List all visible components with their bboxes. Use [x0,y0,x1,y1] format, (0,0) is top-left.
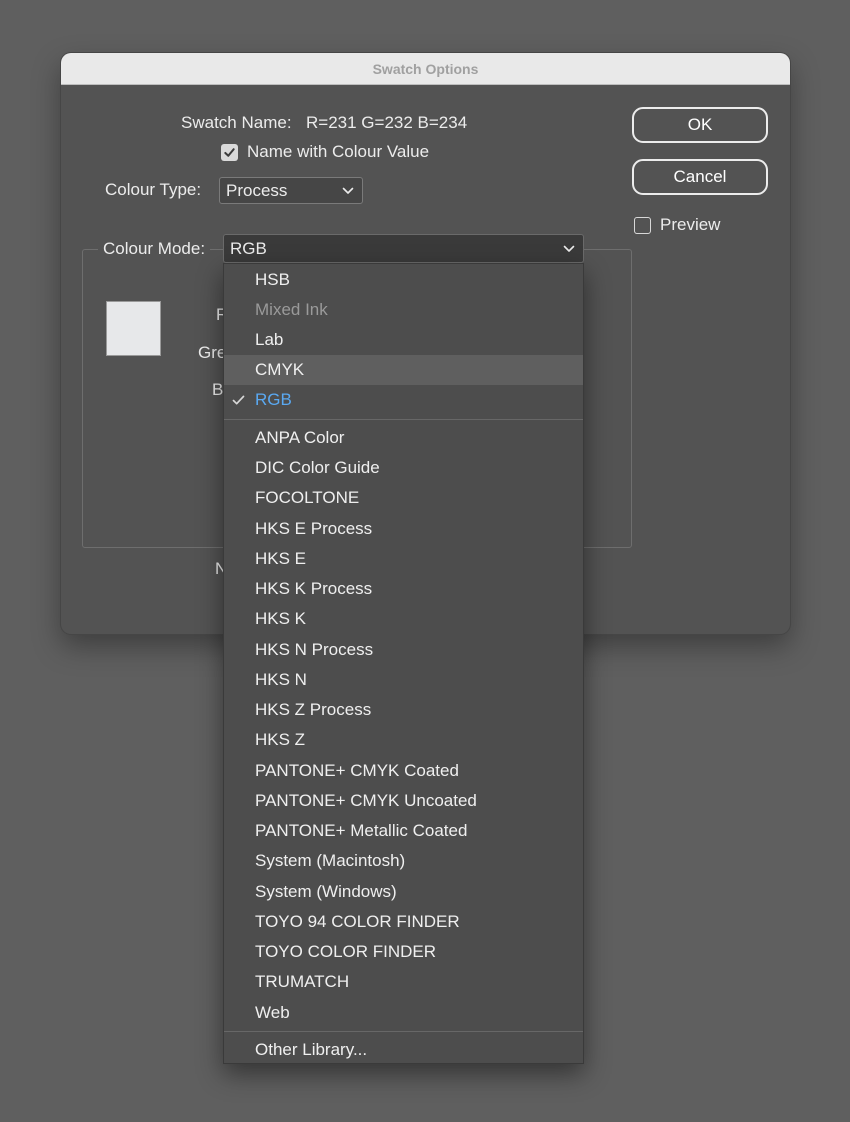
menu-item-system-windows[interactable]: System (Windows) [224,877,583,907]
menu-item-label: RGB [255,390,292,409]
menu-item-toyo-color-finder[interactable]: TOYO COLOR FINDER [224,937,583,967]
menu-item-system-macintosh[interactable]: System (Macintosh) [224,846,583,876]
menu-item-web[interactable]: Web [224,998,583,1028]
menu-item-label: HKS E [255,549,307,568]
menu-item-hks-k[interactable]: HKS K [224,604,583,634]
menu-item-label: Lab [255,330,284,349]
menu-item-hks-k-process[interactable]: HKS K Process [224,574,583,604]
menu-item-label: HKS K [255,609,307,628]
preview-checkbox[interactable] [634,217,651,234]
menu-item-lab[interactable]: Lab [224,325,583,355]
menu-item-hks-n[interactable]: HKS N [224,665,583,695]
colour-mode-label: Colour Mode: [98,239,211,259]
menu-item-hks-e-process[interactable]: HKS E Process [224,514,583,544]
menu-item-hks-n-process[interactable]: HKS N Process [224,635,583,665]
menu-item-label: ANPA Color [255,428,345,447]
name-with-colour-value-checkbox[interactable] [221,144,238,161]
checkmark-icon [224,148,235,157]
dialog-title: Swatch Options [61,53,790,85]
blue-slider-label: B [212,380,224,399]
ok-button[interactable]: OK [632,107,768,143]
checkmark-icon [232,385,246,415]
menu-item-dic-color-guide[interactable]: DIC Color Guide [224,453,583,483]
menu-item-label: CMYK [255,360,305,379]
name-with-colour-value-label: Name with Colour Value [247,142,430,161]
preview-label: Preview [660,215,721,234]
menu-item-label: Other Library... [255,1040,368,1059]
colour-mode-value: RGB [230,238,267,258]
colour-type-select[interactable]: Process [219,177,363,204]
menu-item-anpa-color[interactable]: ANPA Color [224,423,583,453]
menu-item-label: FOCOLTONE [255,488,360,507]
menu-item-label: HKS K Process [255,579,373,598]
chevron-down-icon [563,245,575,252]
menu-item-focoltone[interactable]: FOCOLTONE [224,483,583,513]
menu-item-label: TOYO 94 COLOR FINDER [255,912,460,931]
cancel-button[interactable]: Cancel [632,159,768,195]
menu-item-label: HKS Z Process [255,700,372,719]
menu-item-label: System (Macintosh) [255,851,406,870]
menu-item-label: HKS N [255,670,307,689]
colour-swatch-preview [106,301,161,356]
menu-item-hks-e[interactable]: HKS E [224,544,583,574]
menu-item-label: HKS Z [255,730,306,749]
swatch-name-label: Swatch Name: [181,113,292,132]
menu-item-label: HKS E Process [255,519,373,538]
menu-item-label: PANTONE+ CMYK Coated [255,761,459,780]
menu-item-other-library[interactable]: Other Library... [224,1035,583,1065]
menu-item-label: System (Windows) [255,882,397,901]
menu-item-hks-z[interactable]: HKS Z [224,725,583,755]
menu-item-hsb[interactable]: HSB [224,265,583,295]
colour-type-label: Colour Type: [105,180,202,199]
menu-item-cmyk[interactable]: CMYK [224,355,583,385]
menu-item-label: HKS N Process [255,640,374,659]
menu-item-pantone-cmyk-uncoated[interactable]: PANTONE+ CMYK Uncoated [224,786,583,816]
menu-item-trumatch[interactable]: TRUMATCH [224,967,583,997]
menu-separator [224,419,583,420]
menu-item-label: Web [255,1003,290,1022]
menu-item-label: Mixed Ink [255,300,328,319]
chevron-down-icon [342,187,354,194]
menu-item-pantone-cmyk-coated[interactable]: PANTONE+ CMYK Coated [224,756,583,786]
colour-mode-select[interactable]: RGB [223,234,584,263]
menu-item-label: TRUMATCH [255,972,350,991]
colour-type-value: Process [226,180,288,200]
menu-item-hks-z-process[interactable]: HKS Z Process [224,695,583,725]
menu-item-label: HSB [255,270,290,289]
colour-mode-menu: HSB Mixed Ink Lab CMYK RGB ANPA Color DI… [223,263,584,1064]
menu-item-label: DIC Color Guide [255,458,380,477]
menu-item-rgb[interactable]: RGB [224,385,583,415]
menu-item-mixed-ink: Mixed Ink [224,295,583,325]
menu-item-label: TOYO COLOR FINDER [255,942,437,961]
menu-item-pantone-metallic-coated[interactable]: PANTONE+ Metallic Coated [224,816,583,846]
menu-separator [224,1031,583,1032]
menu-item-label: PANTONE+ CMYK Uncoated [255,791,477,810]
menu-item-toyo-94-color-finder[interactable]: TOYO 94 COLOR FINDER [224,907,583,937]
swatch-name-value[interactable]: R=231 G=232 B=234 [306,113,467,133]
menu-item-label: PANTONE+ Metallic Coated [255,821,468,840]
